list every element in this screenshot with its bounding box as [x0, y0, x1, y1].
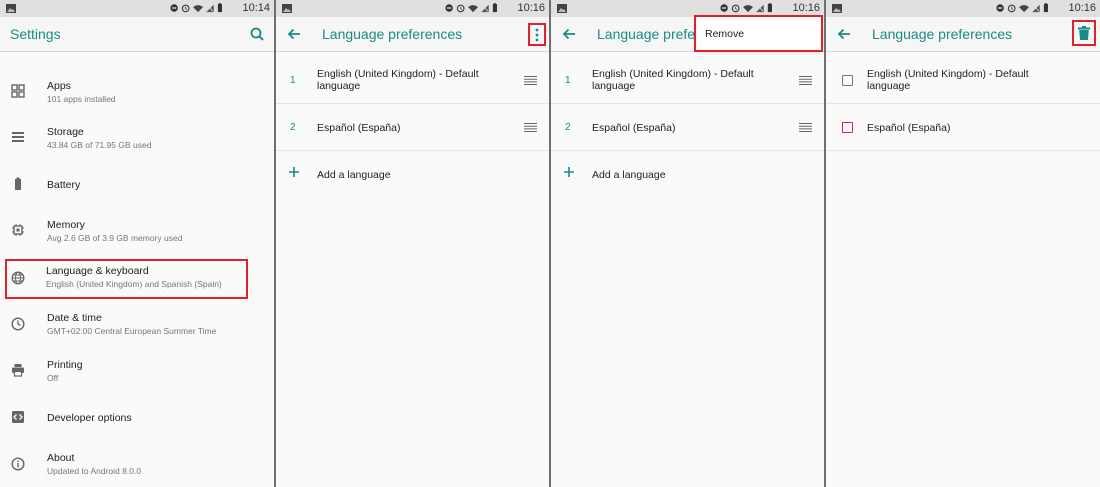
battery-icon: [15, 177, 21, 190]
storage-icon: [12, 132, 24, 142]
page-title: Language preferences: [872, 26, 1013, 42]
more-options-button[interactable]: [528, 23, 546, 46]
settings-item-subtitle: GMT+02:00 Central European Summer Time: [47, 326, 217, 336]
settings-item-title: Apps: [47, 80, 71, 92]
back-arrow-icon[interactable]: [836, 26, 852, 42]
settings-item-subtitle: 43.84 GB of 71.95 GB used: [47, 140, 152, 150]
add-language-label: Add a language: [592, 169, 666, 181]
image-notification-icon: [282, 4, 292, 13]
status-time: 10:16: [517, 2, 545, 14]
code-icon: [12, 411, 24, 423]
language-row[interactable]: 1 English (United Kingdom) - Default lan…: [276, 58, 549, 104]
settings-item-language-keyboard[interactable]: Language & keyboard English (United King…: [5, 259, 248, 299]
add-language-label: Add a language: [317, 169, 391, 181]
more-vert-icon: [535, 28, 539, 41]
status-time: 10:16: [792, 2, 820, 14]
language-checkbox[interactable]: [842, 75, 853, 86]
memory-icon: [12, 224, 24, 236]
settings-item-subtitle: Avg 2.6 GB of 3.9 GB memory used: [47, 233, 183, 243]
settings-item-apps[interactable]: Apps 101 apps installed: [0, 70, 274, 112]
language-name: Español (España): [592, 122, 676, 134]
status-icons: [720, 2, 786, 14]
remove-languages-screen: 10:16 Language preferences English (Unit…: [826, 0, 1100, 487]
language-row[interactable]: English (United Kingdom) - Default langu…: [826, 58, 1100, 104]
back-arrow-icon[interactable]: [286, 26, 302, 42]
language-name: Español (España): [317, 122, 401, 134]
settings-item-subtitle: Updated to Android 8.0.0: [47, 466, 142, 476]
back-arrow-icon[interactable]: [561, 26, 577, 42]
settings-item-subtitle: 101 apps installed: [47, 94, 116, 104]
page-title: Settings: [10, 26, 61, 42]
settings-item-about[interactable]: About Updated to Android 8.0.0: [0, 443, 274, 485]
search-icon[interactable]: [248, 24, 268, 46]
settings-item-title: About: [47, 452, 75, 464]
settings-item-title: Printing: [47, 359, 83, 371]
language-name: English (United Kingdom) - Default langu…: [317, 68, 479, 92]
drag-handle-icon[interactable]: [524, 76, 537, 85]
status-bar: 10:14: [0, 0, 274, 17]
drag-handle-icon[interactable]: [524, 123, 537, 132]
settings-item-printing[interactable]: Printing Off: [0, 350, 274, 392]
add-language-button[interactable]: Add a language: [276, 152, 549, 198]
language-name: English (United Kingdom) - Default langu…: [867, 68, 1029, 92]
info-icon: [11, 457, 25, 471]
drag-handle-icon[interactable]: [799, 123, 812, 132]
settings-item-subtitle: English (United Kingdom) and Spanish (Sp…: [46, 279, 222, 289]
status-icons: [445, 2, 511, 14]
image-notification-icon: [6, 4, 16, 13]
status-icons: [996, 2, 1062, 14]
plus-icon: [289, 167, 299, 177]
globe-icon: [11, 271, 25, 285]
settings-item-title: Date & time: [47, 312, 102, 324]
delete-button[interactable]: [1072, 20, 1096, 46]
image-notification-icon: [557, 4, 567, 13]
language-preferences-screen: 10:16 Language preferences 1 English (Un…: [276, 0, 549, 487]
language-order-number: 2: [565, 122, 571, 133]
apps-icon: [11, 84, 25, 98]
status-time: 10:16: [1068, 2, 1096, 14]
settings-screen: 10:14 Settings Apps 101 apps installed S…: [0, 0, 274, 487]
status-icons: [170, 2, 236, 14]
language-order-number: 2: [290, 122, 296, 133]
plus-icon: [564, 167, 574, 177]
settings-item-title: Battery: [47, 179, 81, 191]
language-row[interactable]: 1 English (United Kingdom) - Default lan…: [551, 58, 824, 104]
trash-icon: [1078, 26, 1090, 40]
settings-item-title: Memory: [47, 219, 85, 231]
image-notification-icon: [832, 4, 842, 13]
app-bar: Language preferences: [276, 17, 549, 51]
clock-icon: [11, 317, 25, 331]
language-row[interactable]: Español (España): [826, 105, 1100, 151]
drag-handle-icon[interactable]: [799, 76, 812, 85]
language-row[interactable]: 2 Español (España): [551, 105, 824, 151]
app-bar: Settings: [0, 17, 274, 51]
status-bar: 10:16: [551, 0, 824, 17]
printer-icon: [12, 364, 24, 377]
language-row[interactable]: 2 Español (España): [276, 105, 549, 151]
status-bar: 10:16: [826, 0, 1100, 17]
settings-item-battery[interactable]: Battery: [0, 170, 274, 200]
settings-item-date-time[interactable]: Date & time GMT+02:00 Central European S…: [0, 303, 274, 345]
settings-item-title: Storage: [47, 126, 84, 138]
language-checkbox[interactable]: [842, 122, 853, 133]
settings-item-subtitle: Off: [47, 373, 59, 383]
remove-menu-item[interactable]: Remove: [705, 28, 744, 40]
settings-item-title: Developer options: [47, 412, 132, 424]
settings-item-developer-options[interactable]: Developer options: [0, 403, 274, 433]
status-time: 10:14: [242, 2, 270, 14]
page-title: Language preferences: [322, 26, 463, 42]
app-bar: Language preferences: [826, 17, 1100, 51]
settings-item-storage[interactable]: Storage 43.84 GB of 71.95 GB used: [0, 117, 274, 159]
overflow-menu: Remove: [694, 15, 823, 52]
settings-item-memory[interactable]: Memory Avg 2.6 GB of 3.9 GB memory used: [0, 210, 274, 252]
language-name: English (United Kingdom) - Default langu…: [592, 68, 754, 92]
language-preferences-menu-screen: 10:16 Language preferences 1 English (Un…: [551, 0, 824, 487]
add-language-button[interactable]: Add a language: [551, 152, 824, 198]
language-order-number: 1: [565, 75, 571, 86]
language-order-number: 1: [290, 75, 296, 86]
status-bar: 10:16: [276, 0, 549, 17]
settings-item-title: Language & keyboard: [46, 265, 149, 277]
language-name: Español (España): [867, 122, 951, 134]
